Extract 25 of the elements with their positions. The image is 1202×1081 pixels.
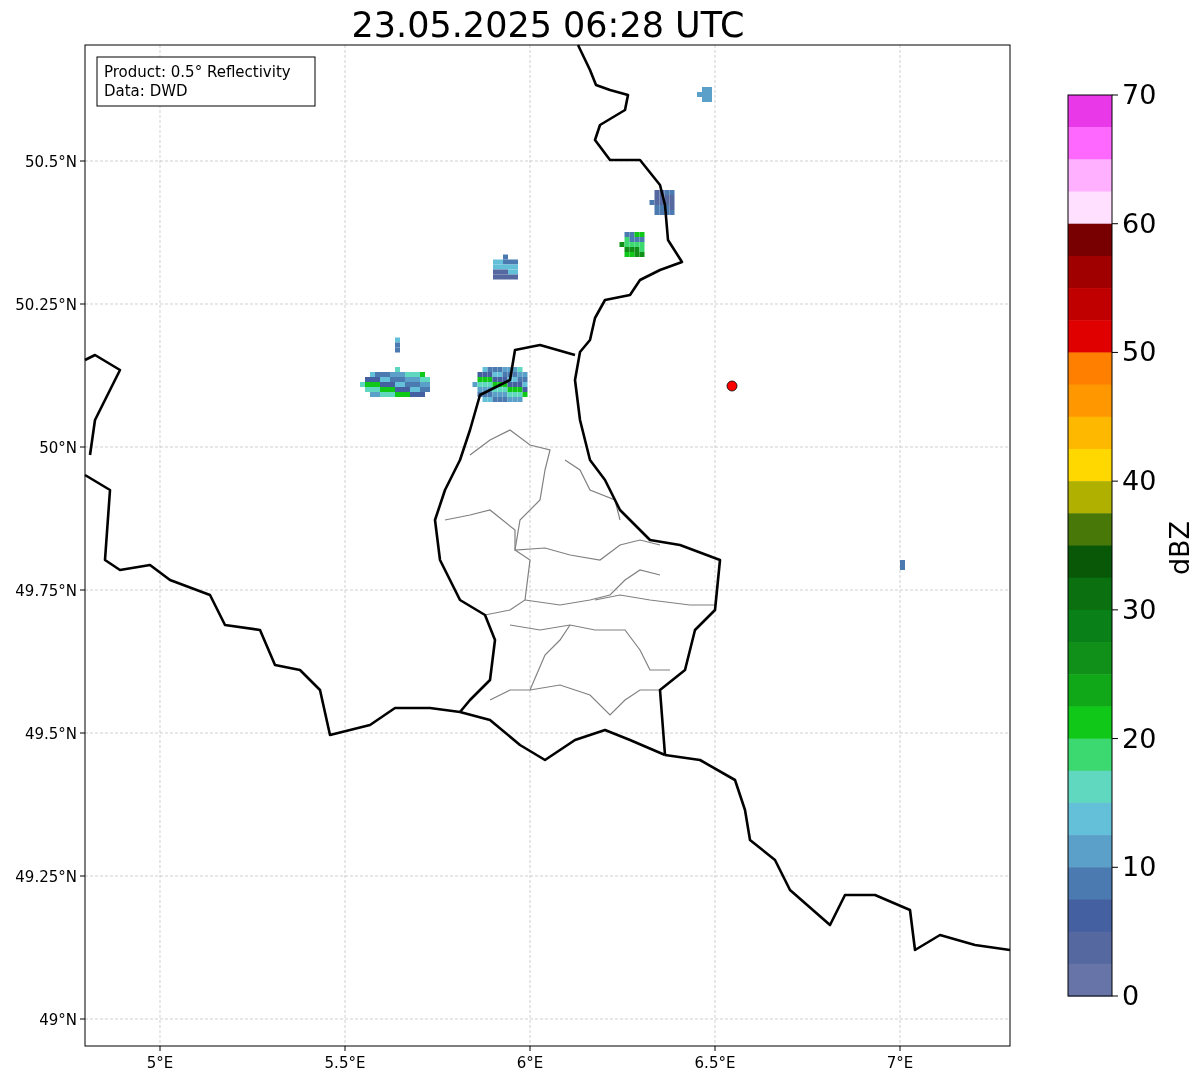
colorbar-tick-label: 10 [1122, 851, 1157, 883]
colorbar-tick-label: 70 [1122, 79, 1157, 110]
colorbar-label: dBZ [1164, 520, 1195, 576]
info-text: Product: 0.5° Reflectivity [104, 63, 291, 81]
colorbar-tick-label: 20 [1122, 722, 1157, 754]
latitude-label: 49.5°N [24, 725, 77, 743]
longitude-label: 5.5°E [324, 1054, 366, 1072]
latitude-label: 49.25°N [15, 868, 77, 886]
radar-site-marker [726, 380, 738, 392]
latitude-label: 49.75°N [15, 582, 77, 600]
longitude-label: 7°E [886, 1054, 914, 1072]
longitude-label: 5°E [146, 1054, 174, 1072]
latitude-label: 49°N [39, 1011, 77, 1029]
longitude-label: 6.5°E [694, 1054, 736, 1072]
info-text: Data: DWD [104, 82, 188, 100]
longitude-label: 6°E [516, 1054, 544, 1072]
colorbar-tick-label: 30 [1122, 593, 1157, 625]
colorbar-tick-label: 40 [1122, 465, 1157, 497]
latitude-label: 50.25°N [15, 296, 77, 314]
latitude-label: 50.5°N [24, 153, 77, 171]
latitude-label: 50°N [39, 439, 77, 457]
chart-title: 23.05.2025 06:28 UTC [351, 5, 745, 45]
colorbar-tick-label: 60 [1122, 207, 1157, 239]
colorbar-tick-label: 0 [1122, 980, 1140, 1011]
colorbar-tick-label: 50 [1122, 336, 1157, 368]
